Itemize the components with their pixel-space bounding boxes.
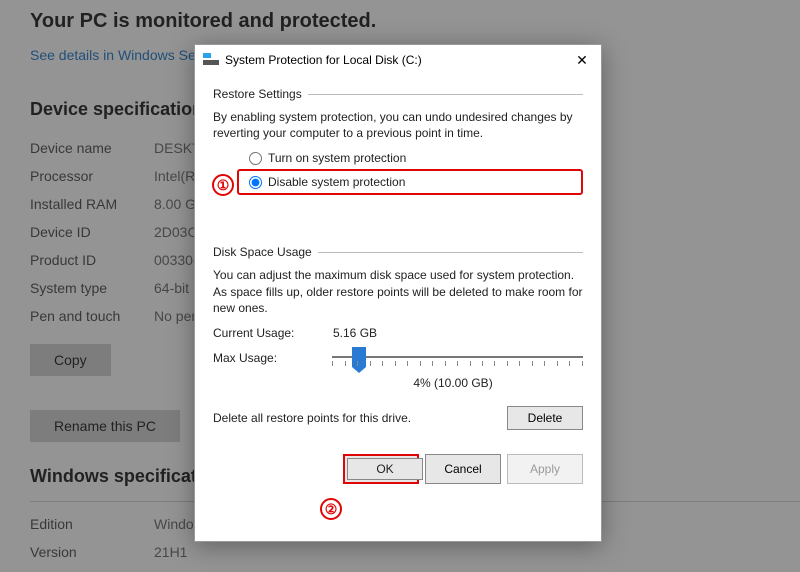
current-usage-row: Current Usage: 5.16 GB — [213, 326, 583, 340]
radio-turn-on-input[interactable] — [249, 152, 262, 165]
restore-settings-heading: Restore Settings — [213, 87, 583, 101]
max-usage-value: 4% (10.00 GB) — [323, 376, 583, 390]
disk-usage-heading: Disk Space Usage — [213, 245, 583, 259]
divider — [318, 252, 583, 253]
delete-button[interactable]: Delete — [507, 406, 583, 430]
restore-settings-desc: By enabling system protection, you can u… — [213, 109, 583, 141]
radio-disable-label: Disable system protection — [268, 175, 405, 189]
annotation-step-2: ② — [320, 498, 342, 520]
close-icon[interactable]: ✕ — [563, 45, 601, 75]
system-protection-dialog: System Protection for Local Disk (C:) ✕ … — [194, 44, 602, 542]
delete-restore-points-text: Delete all restore points for this drive… — [213, 411, 411, 425]
max-usage-label: Max Usage: — [213, 351, 332, 365]
divider — [308, 94, 583, 95]
dialog-button-row: OK Cancel Apply — [213, 454, 583, 484]
protection-radio-group: Turn on system protection Disable system… — [213, 151, 583, 195]
current-usage-label: Current Usage: — [213, 326, 333, 340]
disk-usage-desc: You can adjust the maximum disk space us… — [213, 267, 583, 316]
system-protection-icon — [203, 53, 219, 67]
radio-disable[interactable]: Disable system protection — [237, 169, 583, 195]
apply-button: Apply — [507, 454, 583, 484]
cancel-button[interactable]: Cancel — [425, 454, 501, 484]
ok-button[interactable]: OK — [343, 454, 419, 484]
max-usage-slider[interactable] — [332, 349, 583, 367]
radio-turn-on-label: Turn on system protection — [268, 151, 406, 165]
delete-restore-points-row: Delete all restore points for this drive… — [213, 406, 583, 430]
dialog-body: Restore Settings By enabling system prot… — [195, 75, 601, 494]
max-usage-row: Max Usage: — [213, 349, 583, 367]
dialog-title: System Protection for Local Disk (C:) — [225, 53, 563, 67]
radio-turn-on[interactable]: Turn on system protection — [249, 151, 583, 165]
radio-disable-input[interactable] — [249, 176, 262, 189]
current-usage-value: 5.16 GB — [333, 326, 377, 340]
dialog-titlebar[interactable]: System Protection for Local Disk (C:) ✕ — [195, 45, 601, 75]
annotation-step-1: ① — [212, 174, 234, 196]
